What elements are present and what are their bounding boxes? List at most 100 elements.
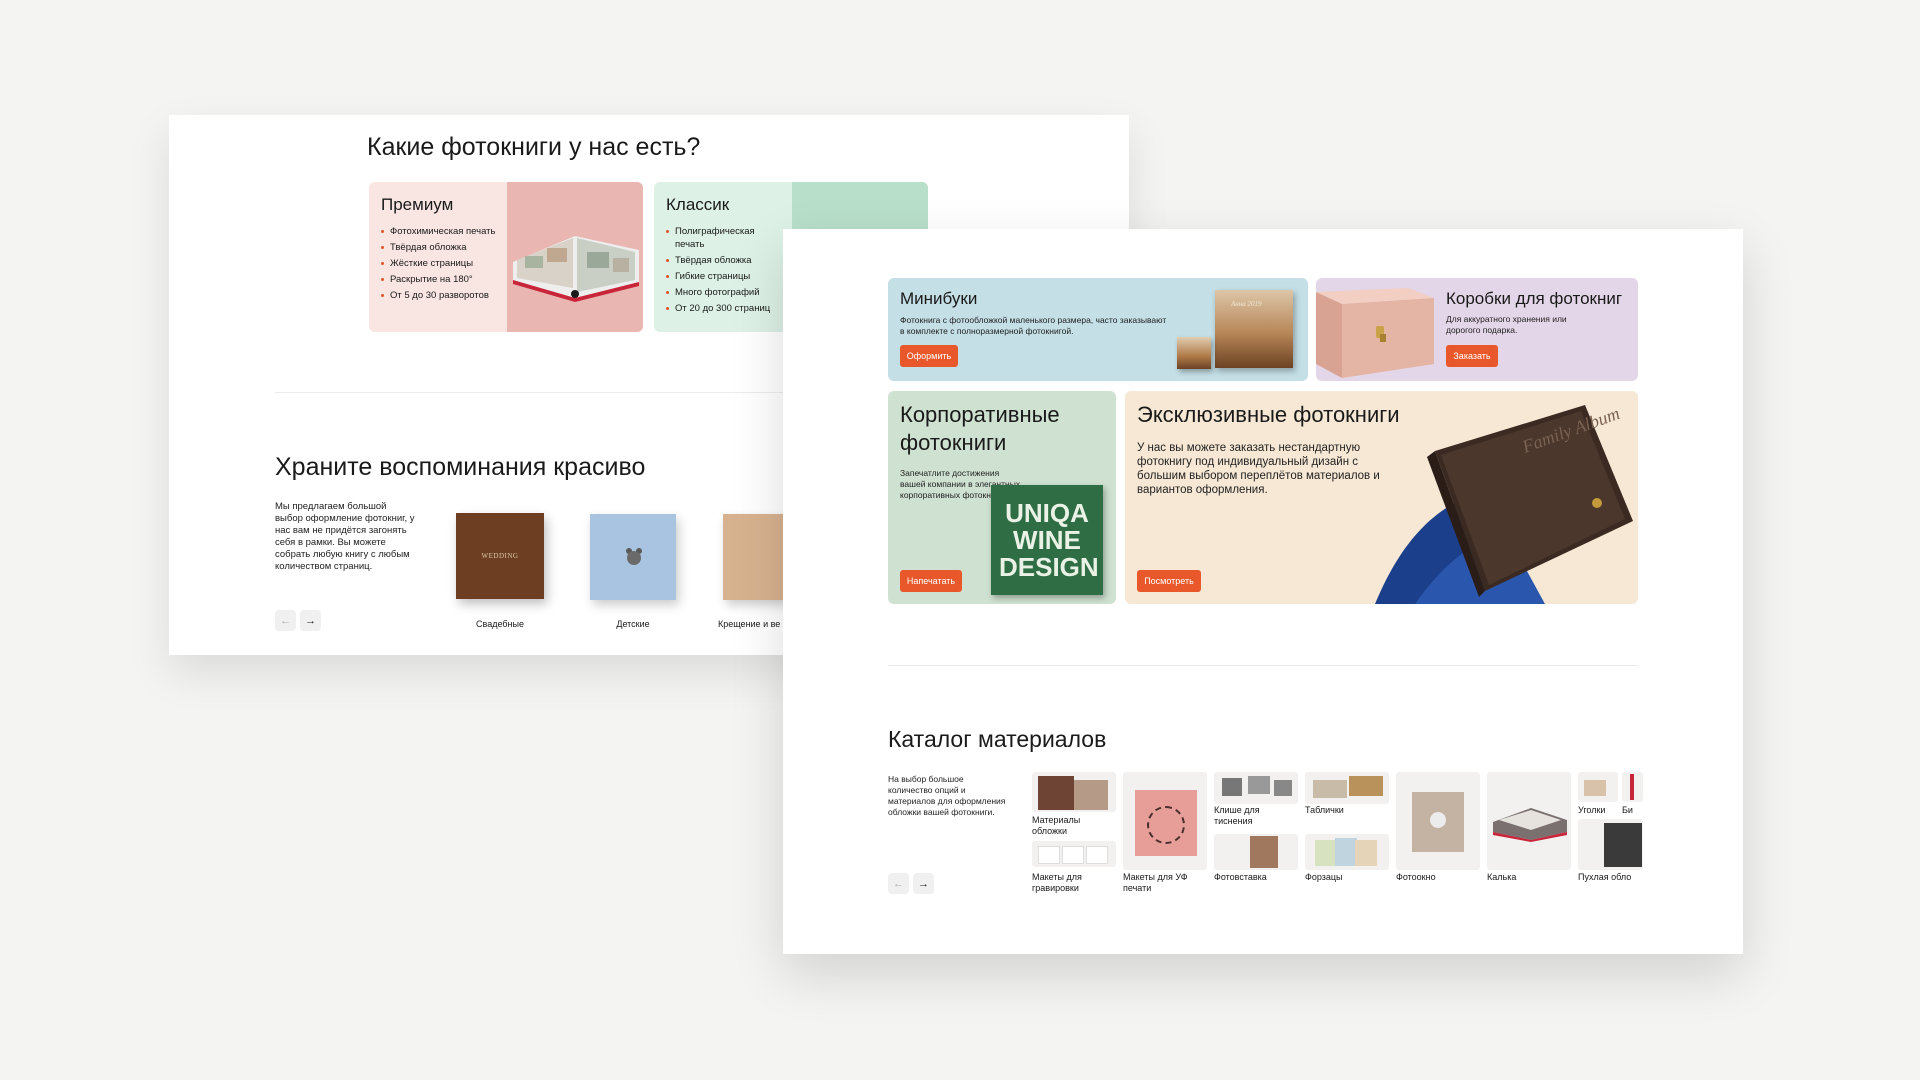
catalog-item-label: Фотовставка xyxy=(1214,872,1267,882)
feature-item: Гибкие страницы xyxy=(666,270,786,283)
catalog-item-label: Клише для тиснения xyxy=(1214,805,1260,826)
corner-sample xyxy=(1584,780,1606,796)
catalog-item-photo-window[interactable] xyxy=(1396,772,1480,870)
minibook-small-image xyxy=(1177,337,1211,369)
minibook-large-image: Анна 2019 xyxy=(1215,290,1293,368)
feature-item: Твёрдая обложка xyxy=(381,241,501,254)
print-corporate-button[interactable]: Напечатать xyxy=(900,570,962,592)
engraving-sample xyxy=(1062,846,1084,864)
uv-print-wreath xyxy=(1147,806,1185,844)
catalog-item-label: Калька xyxy=(1487,872,1517,882)
card-minibooks-text: Фотокнига с фотообложкой маленького разм… xyxy=(900,315,1167,336)
feature-item: Много фотографий xyxy=(666,286,786,299)
feature-item: Жёсткие страницы xyxy=(381,257,501,270)
material-swatch xyxy=(1074,780,1108,810)
catalog-item-label: Таблички xyxy=(1305,805,1344,815)
card-exclusive-title: Эксклюзивные фотокниги xyxy=(1137,402,1400,427)
card-boxes-text: Для аккуратного хранения или дорогого по… xyxy=(1446,314,1567,335)
arrow-right-icon: → xyxy=(918,877,929,890)
card-classic-title: Классик xyxy=(666,195,730,214)
arrow-left-icon: ← xyxy=(280,614,291,627)
catalog-item-plates[interactable] xyxy=(1305,772,1389,804)
view-exclusive-button[interactable]: Посмотреть xyxy=(1137,570,1201,592)
catalog-item-endpapers[interactable] xyxy=(1305,834,1389,870)
catalog-item-label: Макеты для гравировки xyxy=(1032,872,1082,893)
corporate-book-image: UNIQA WINE DESIGN xyxy=(991,485,1103,595)
catalog-item-label: Уголки xyxy=(1578,805,1606,815)
leather-album-image: Family Album xyxy=(1375,403,1633,604)
plate-sample xyxy=(1313,780,1347,798)
catalog-item-cover-materials[interactable] xyxy=(1032,772,1116,812)
feature-item: Твёрдая обложка xyxy=(666,254,786,267)
book-cover-wedding-text: WEDDING xyxy=(481,552,519,560)
engraving-sample xyxy=(1038,846,1060,864)
catalog-item-label: Форзацы xyxy=(1305,872,1343,882)
section-title-photobooks: Какие фотокниги у нас есть? xyxy=(367,133,701,161)
prev-arrow-button[interactable]: ← xyxy=(275,610,296,631)
card-premium-title: Премиум xyxy=(381,195,454,214)
catalog-item-label: Материалы обложки xyxy=(1032,815,1081,836)
feature-item: От 20 до 300 страниц xyxy=(666,302,786,315)
catalog-item-engraving[interactable] xyxy=(1032,841,1116,867)
section-title-catalog: Каталог материалов xyxy=(888,726,1107,752)
minibook-cover-text: Анна 2019 xyxy=(1231,300,1262,308)
endpaper-sample xyxy=(1335,838,1357,866)
card-classic-features: Полиграфическая печать Твёрдая обложка Г… xyxy=(666,225,786,318)
catalog-item-cliche[interactable] xyxy=(1214,772,1298,804)
endpaper-sample xyxy=(1355,840,1377,866)
card-corporate-title: Корпоративные фотокниги xyxy=(900,402,1060,455)
card-minibooks[interactable]: Минибуки Фотокнига с фотообложкой малень… xyxy=(888,278,1308,381)
feature-item: Фотохимическая печать xyxy=(381,225,501,238)
photo-window-hole xyxy=(1430,812,1446,828)
next-arrow-button[interactable]: → xyxy=(300,610,321,631)
book-label: Свадебные xyxy=(476,619,524,629)
engraving-sample xyxy=(1086,846,1108,864)
cliche-sample xyxy=(1248,776,1270,794)
feature-item: От 5 до 30 разворотов xyxy=(381,289,501,302)
catalog-text: На выбор большое количество опций и мате… xyxy=(888,774,1006,817)
photobook-box-image xyxy=(1316,288,1434,378)
card-premium[interactable]: Премиум Фотохимическая печать Твёрдая об… xyxy=(369,182,643,332)
material-swatch xyxy=(1038,776,1074,810)
front-page-panel: Минибуки Фотокнига с фотообложкой малень… xyxy=(783,229,1743,954)
cliche-sample xyxy=(1222,778,1242,796)
card-boxes-title: Коробки для фотокниг xyxy=(1446,289,1623,308)
catalog-item-corners[interactable] xyxy=(1578,772,1618,802)
arrow-left-icon: ← xyxy=(893,877,904,890)
catalog-item-puffy-cover[interactable] xyxy=(1578,819,1643,870)
catalog-item-label: Би xyxy=(1622,805,1633,815)
order-minibook-button[interactable]: Оформить xyxy=(900,345,958,367)
catalog-item-label: Макеты для УФ печати xyxy=(1123,872,1188,893)
endpaper-sample xyxy=(1315,840,1337,866)
card-premium-features: Фотохимическая печать Твёрдая обложка Жё… xyxy=(381,225,501,305)
catalog-item-photo-insert[interactable] xyxy=(1214,834,1298,870)
teddy-bear-icon xyxy=(626,548,642,565)
card-boxes[interactable]: Коробки для фотокниг Для аккуратного хра… xyxy=(1316,278,1638,381)
tracing-paper-book xyxy=(1493,808,1567,842)
partial-sample xyxy=(1630,774,1634,800)
card-minibooks-title: Минибуки xyxy=(900,289,978,308)
catalog-item-partial[interactable] xyxy=(1622,772,1643,802)
feature-item: Полиграфическая печать xyxy=(666,225,786,251)
book-cover-christening[interactable] xyxy=(723,514,789,600)
prev-arrow-button[interactable]: ← xyxy=(888,873,909,894)
plate-sample xyxy=(1349,776,1383,796)
order-box-button[interactable]: Заказать xyxy=(1446,345,1498,367)
card-exclusive-text: У нас вы можете заказать нестандартную ф… xyxy=(1137,442,1380,496)
arrow-right-icon: → xyxy=(305,614,316,627)
book-cover-wedding[interactable]: WEDDING xyxy=(456,513,544,599)
catalog-item-label: Фотоокно xyxy=(1396,872,1436,882)
next-arrow-button[interactable]: → xyxy=(913,873,934,894)
cliche-sample xyxy=(1274,780,1292,796)
photo-insert-sample xyxy=(1250,836,1278,868)
section-title-memories: Храните воспоминания красиво xyxy=(275,453,646,481)
puffy-cover-sample xyxy=(1604,823,1642,867)
catalog-item-label: Пухлая обло xyxy=(1578,872,1632,882)
card-exclusive[interactable]: Эксклюзивные фотокниги У нас вы можете з… xyxy=(1125,391,1638,604)
catalog-item-tracing-paper[interactable] xyxy=(1487,772,1571,870)
card-corporate[interactable]: Корпоративные фотокниги Запечатлите дост… xyxy=(888,391,1116,604)
catalog-item-uv-print[interactable] xyxy=(1123,772,1207,870)
divider xyxy=(888,665,1638,666)
book-cover-kids[interactable] xyxy=(590,514,676,600)
section-memories-text: Мы предлагаем большой выбор оформление ф… xyxy=(275,501,415,572)
